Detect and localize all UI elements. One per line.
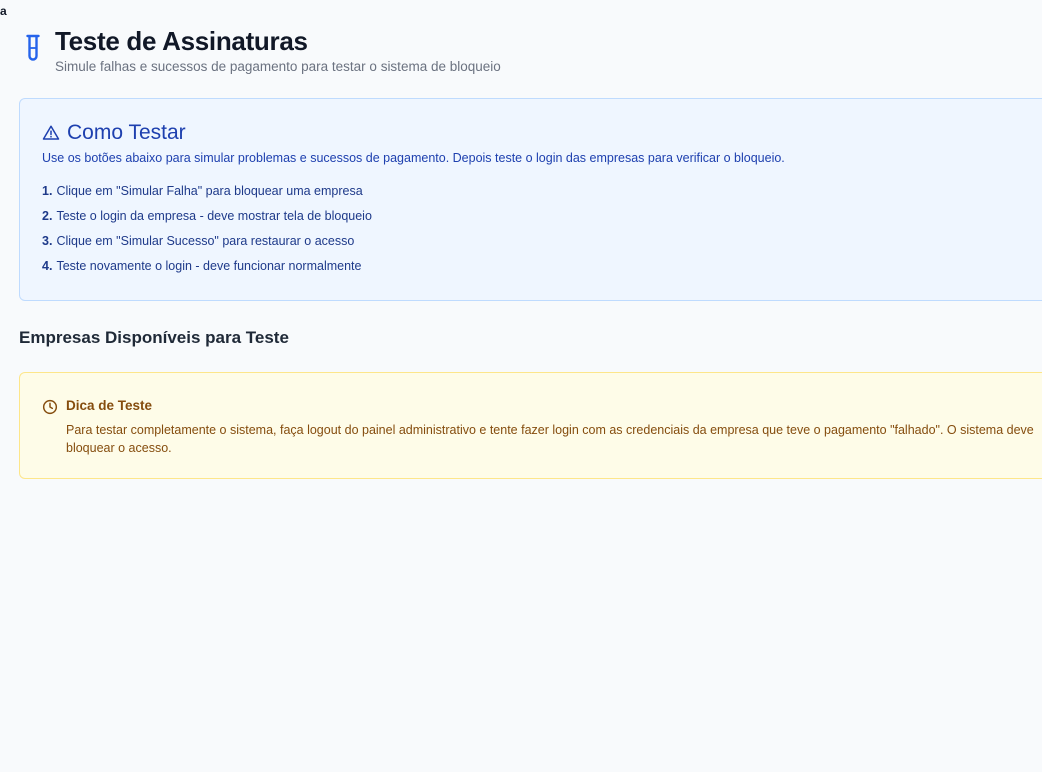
steps-list: 1. Clique em "Simular Falha" para bloquea… [42,183,1036,275]
warning-triangle-icon [42,125,60,140]
test-tube-icon [26,34,40,64]
step-number: 4. [42,259,53,273]
how-to-test-card: Como Testar Use os botões abaixo para si… [19,98,1042,301]
step-text: Clique em "Simular Falha" para bloquear … [56,184,363,198]
how-to-test-title: Como Testar [67,121,186,144]
step-item: 1. Clique em "Simular Falha" para bloquea… [42,183,1036,200]
step-text: Teste o login da empresa - deve mostrar … [56,209,372,223]
clock-icon [42,399,58,415]
test-tip-card: Dica de Teste Para testar completamente … [19,372,1042,479]
page-title: Teste de Assinaturas [55,26,308,56]
companies-section-title: Empresas Disponíveis para Teste [19,328,289,347]
step-text: Teste novamente o login - deve funcionar… [56,259,362,273]
step-text: Clique em "Simular Sucesso" para restaur… [56,234,355,248]
page-subtitle: Simule falhas e sucessos de pagamento pa… [55,59,501,74]
step-item: 2. Teste o login da empresa - deve mostra… [42,208,1036,225]
tip-text: Para testar completamente o sistema, faç… [66,423,1034,455]
corner-text: a [0,4,7,18]
page-header: Teste de Assinaturas Simule falhas e suc… [26,26,501,76]
how-to-test-description: Use os botões abaixo para simular proble… [42,151,785,165]
step-number: 1. [42,184,53,198]
step-number: 3. [42,234,53,248]
step-item: 3. Clique em "Simular Sucesso" para resta… [42,233,1036,250]
step-number: 2. [42,209,53,223]
tip-title: Dica de Teste [66,398,153,413]
step-item: 4. Teste novamente o login - deve funcion… [42,258,1036,275]
how-to-test-heading: Como Testar [42,121,1036,145]
